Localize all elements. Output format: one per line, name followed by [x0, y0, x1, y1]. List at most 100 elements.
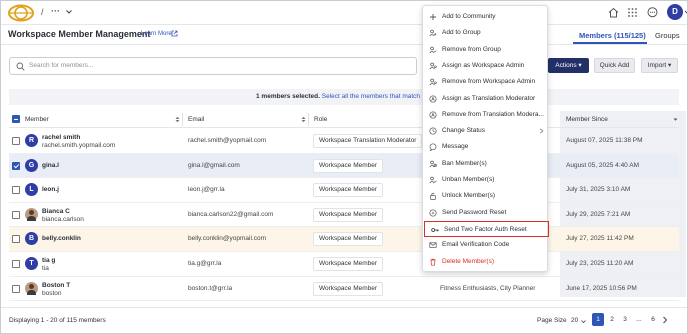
member-name[interactable]: tia g — [42, 257, 55, 264]
menu-item-send-two-factor-auth-reset[interactable]: Send Two Factor Auth Reset — [424, 220, 549, 238]
member-email: gina.l@gmail.com — [188, 161, 240, 169]
menu-item-send-password-reset[interactable]: Send Password Reset — [423, 205, 547, 221]
sort-icon[interactable] — [301, 116, 306, 123]
member-name[interactable]: Bianca C — [42, 208, 70, 215]
apps-grid-icon[interactable] — [626, 6, 639, 19]
user-avatar[interactable]: D — [667, 4, 683, 20]
actions-menu: Add to Community Add to Group Remove fro… — [422, 5, 549, 272]
menu-item-ban-members[interactable]: Ban Member(s) — [423, 156, 547, 172]
chat-icon[interactable] — [646, 6, 659, 19]
breadcrumb-separator: / — [41, 7, 44, 17]
row-checkbox[interactable] — [12, 210, 20, 219]
page-title: Workspace Member Management — [8, 29, 151, 39]
sort-icon[interactable] — [175, 116, 180, 123]
role-select[interactable]: Workspace Member — [313, 207, 384, 222]
table-row[interactable]: B belly.conklin belly.conklin@yopmail.co… — [9, 227, 679, 252]
menu-item-change-status[interactable]: Change Status — [423, 123, 547, 139]
column-header-member[interactable]: Member — [25, 116, 49, 123]
role-select[interactable]: Workspace Member — [313, 183, 384, 198]
menu-item-label: Message — [442, 143, 469, 151]
member-name[interactable]: Boston T — [42, 282, 70, 289]
column-header-email[interactable]: Email — [188, 116, 204, 123]
table-header: Member Email Role Member Since — [9, 111, 679, 128]
menu-item-remove-workspace-admin[interactable]: Remove from Workspace Admin — [423, 74, 547, 90]
member-username: rachel.smith.yopmail.com — [42, 142, 116, 149]
chevron-down-icon[interactable] — [684, 9, 688, 15]
menu-item-assign-workspace-admin[interactable]: Assign as Workspace Admin — [423, 58, 547, 74]
column-header-role[interactable]: Role — [314, 116, 327, 123]
status-icon — [429, 127, 437, 135]
role-select[interactable]: Workspace Member — [313, 232, 384, 247]
page-button[interactable]: 2 — [606, 313, 618, 326]
logo-icon[interactable] — [7, 4, 35, 22]
menu-item-add-to-group[interactable]: Add to Group — [423, 25, 547, 41]
role-select[interactable]: Workspace Member — [313, 158, 384, 173]
role-select[interactable]: Workspace Member — [313, 257, 384, 271]
menu-item-label: Assign as Workspace Admin — [442, 61, 525, 69]
member-email: belly.conklin@yopmail.com — [188, 235, 267, 243]
tab-members[interactable]: Members (115/125) — [579, 31, 646, 40]
member-email: boston.t@grr.la — [188, 284, 233, 292]
menu-item-message[interactable]: Message — [423, 139, 547, 155]
column-header-member-since[interactable]: Member Since — [566, 116, 608, 123]
search-input[interactable]: Search for members... — [29, 62, 93, 69]
menu-item-remove-translation-moderator[interactable]: Remove from Translation Modera... — [423, 107, 547, 123]
actions-button[interactable]: Actions ▾ — [548, 58, 589, 73]
menu-item-unlock-members[interactable]: Unlock Member(s) — [423, 188, 547, 204]
import-button[interactable]: Import ▾ — [641, 58, 678, 73]
chevron-down-icon[interactable] — [581, 319, 586, 324]
member-name[interactable]: gina.l — [42, 162, 59, 169]
table-row[interactable]: G gina.l gina.l@gmail.com Workspace Memb… — [9, 153, 679, 179]
learn-more-link[interactable]: Learn More — [141, 31, 172, 37]
menu-item-label: Ban Member(s) — [442, 159, 487, 167]
tab-groups[interactable]: Groups — [655, 31, 680, 40]
message-icon — [429, 143, 437, 152]
menu-item-assign-translation-moderator[interactable]: Assign as Translation Moderator — [423, 91, 547, 107]
role-select[interactable]: Workspace Member — [313, 281, 384, 296]
table-row[interactable]: R rachel smith rachel.smith.yopmail.com … — [9, 129, 679, 154]
home-icon[interactable] — [607, 6, 620, 19]
member-name[interactable]: rachel smith — [42, 134, 80, 141]
selected-count-text: 1 members selected. — [256, 93, 320, 100]
chevron-right-icon[interactable] — [661, 316, 669, 324]
select-all-link[interactable]: Select all the members that match this — [322, 93, 432, 100]
table-row[interactable]: Bianca C bianca.carlson bianca.carlson22… — [9, 203, 679, 228]
row-checkbox[interactable] — [12, 161, 20, 170]
member-name[interactable]: leon.j — [42, 186, 59, 193]
row-checkbox[interactable] — [12, 284, 20, 293]
menu-item-unban-members[interactable]: Unban Member(s) — [423, 172, 547, 188]
role-select[interactable]: Workspace Translation Moderator — [313, 134, 423, 148]
page-button[interactable]: 1 — [592, 313, 604, 326]
translate-icon — [429, 94, 437, 103]
member-since-date: July 31, 2025 3:10 AM — [566, 186, 631, 194]
menu-item-email-verification-code[interactable]: Email Verification Code — [423, 237, 547, 253]
sort-descending-icon[interactable] — [673, 116, 678, 123]
search-box[interactable]: Search for members... — [9, 57, 417, 75]
row-checkbox[interactable] — [12, 235, 20, 244]
page-button[interactable]: 6 — [647, 313, 659, 326]
table-row[interactable]: T tia g tia tia.g@grr.la Workspace Membe… — [9, 252, 679, 277]
row-checkbox[interactable] — [12, 137, 20, 145]
chevron-down-icon[interactable] — [65, 8, 73, 16]
breadcrumb-more-button[interactable]: ··· — [51, 6, 60, 16]
row-checkbox[interactable] — [12, 260, 20, 268]
member-email: leon.j@grr.la — [188, 186, 225, 194]
quick-add-button[interactable]: Quick Add — [594, 58, 635, 73]
member-name[interactable]: belly.conklin — [42, 235, 81, 242]
member-since-date: July 27, 2025 11:42 PM — [566, 235, 634, 243]
row-checkbox[interactable] — [12, 186, 20, 195]
menu-item-delete-members[interactable]: Delete Member(s) — [423, 254, 547, 270]
page-size-select[interactable]: 20 — [571, 317, 578, 324]
email-icon — [429, 242, 437, 248]
select-all-checkbox[interactable] — [12, 115, 20, 123]
avatar-photo — [25, 207, 38, 221]
external-link-icon[interactable] — [171, 30, 178, 37]
page-button[interactable]: 3 — [619, 313, 631, 326]
table-row[interactable]: Boston T boston boston.t@grr.la Workspac… — [9, 277, 679, 302]
menu-item-remove-from-group[interactable]: Remove from Group — [423, 42, 547, 58]
ban-icon — [429, 160, 437, 167]
admin-icon — [429, 78, 437, 86]
table-row[interactable]: L leon.j leon.j@grr.la Workspace Member … — [9, 178, 679, 203]
app-window: / ··· D Workspace Member Management Lear… — [0, 0, 688, 334]
menu-item-add-to-community[interactable]: Add to Community — [423, 9, 547, 25]
